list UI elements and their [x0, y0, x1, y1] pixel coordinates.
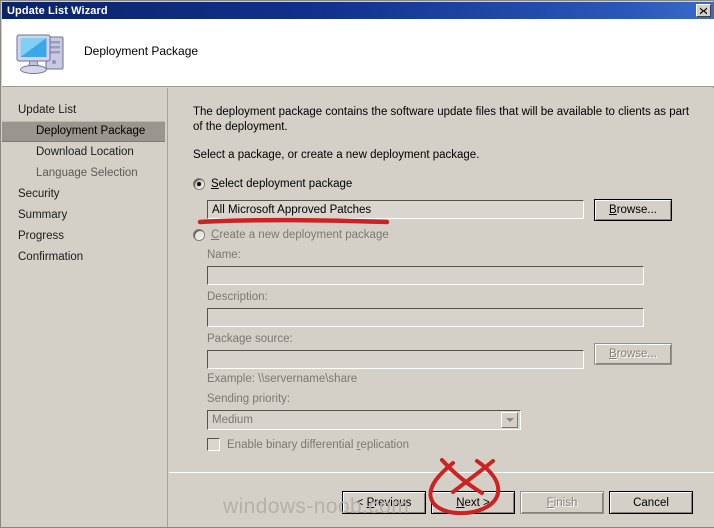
- binary-replication-label: Enable binary differential replication: [227, 438, 410, 451]
- computer-icon: [14, 31, 70, 77]
- close-glyph: [700, 7, 707, 14]
- sending-priority-select[interactable]: Medium: [207, 410, 521, 430]
- chevron-down-glyph: [505, 418, 514, 422]
- radio-select-label-rest: elect deployment package: [218, 178, 353, 190]
- next-button[interactable]: Next >: [431, 491, 515, 514]
- cancel-button-label: Cancel: [633, 496, 669, 509]
- close-icon[interactable]: [696, 4, 711, 17]
- window-title: Update List Wizard: [7, 4, 108, 17]
- sidebar-item-confirmation[interactable]: Confirmation: [2, 247, 167, 268]
- radio-create-label: Create a new deployment package: [211, 229, 389, 241]
- sidebar-item-deployment-package[interactable]: Deployment Package: [2, 121, 165, 142]
- content-pane: The deployment package contains the soft…: [169, 88, 714, 472]
- screenshot-root: Update List Wizard Deployment Package Up…: [0, 0, 714, 528]
- package-source-input[interactable]: [207, 350, 584, 369]
- radio-select-deployment-package[interactable]: Select deployment package: [193, 178, 352, 190]
- previous-button[interactable]: < Previous: [342, 491, 426, 514]
- finish-button-label: Finish: [546, 496, 578, 509]
- radio-create-new-package[interactable]: Create a new deployment package: [193, 229, 389, 241]
- browse-button-package-label: Browse...: [609, 204, 657, 216]
- page-title: Deployment Package: [84, 44, 199, 58]
- wizard-button-bar: < Previous Next > Finish Cancel: [169, 472, 714, 527]
- sidebar-item-language-selection[interactable]: Language Selection: [2, 163, 167, 184]
- previous-button-label: < Previous: [356, 496, 412, 509]
- wizard-step-list: Update List Deployment Package Download …: [2, 88, 168, 527]
- description-label: Description:: [207, 291, 268, 303]
- browse-button-source[interactable]: Browse...: [594, 343, 672, 365]
- radio-select-label: Select deployment package: [211, 178, 353, 190]
- wizard-window: Update List Wizard Deployment Package Up…: [0, 0, 714, 528]
- sidebar-item-progress[interactable]: Progress: [2, 226, 167, 247]
- cancel-button[interactable]: Cancel: [609, 491, 693, 514]
- next-button-label: Next >: [456, 496, 490, 509]
- browse-button-package[interactable]: Browse...: [594, 199, 672, 221]
- name-input[interactable]: [207, 266, 644, 285]
- sidebar-item-update-list[interactable]: Update List: [2, 100, 167, 121]
- package-source-label: Package source:: [207, 333, 293, 345]
- description-input[interactable]: [207, 308, 644, 327]
- browse-button-source-label: Browse...: [609, 348, 657, 360]
- finish-button[interactable]: Finish: [520, 491, 604, 514]
- deployment-package-input[interactable]: All Microsoft Approved Patches: [207, 200, 584, 219]
- sidebar-item-summary[interactable]: Summary: [2, 205, 167, 226]
- intro-text: The deployment package contains the soft…: [193, 106, 690, 133]
- radio-icon-selected: [193, 178, 205, 190]
- radio-icon-unselected: [193, 229, 205, 241]
- binary-replication-checkbox-row[interactable]: Enable binary differential replication: [207, 438, 409, 451]
- sidebar-item-security[interactable]: Security: [2, 184, 167, 205]
- example-text: Example: \\servername\share: [207, 373, 358, 385]
- checkbox-icon-unchecked[interactable]: [207, 438, 220, 451]
- instruction-text: Select a package, or create a new deploy…: [193, 149, 480, 161]
- title-bar: Update List Wizard: [2, 2, 714, 19]
- name-label: Name:: [207, 249, 241, 261]
- sidebar-item-download-location[interactable]: Download Location: [2, 142, 167, 163]
- chevron-down-icon[interactable]: [501, 412, 518, 428]
- sending-priority-value: Medium: [212, 414, 253, 426]
- sending-priority-label: Sending priority:: [207, 393, 291, 405]
- header-banner: Deployment Package: [2, 19, 714, 87]
